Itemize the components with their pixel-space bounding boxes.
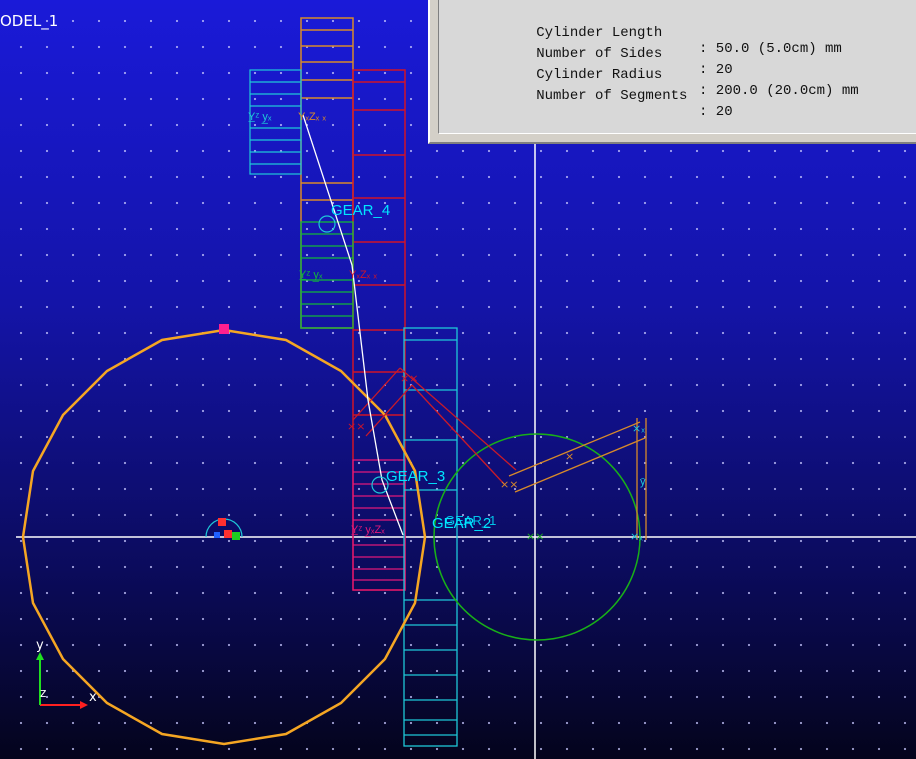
property-value: : 50.0 (5.0cm) mm [699,41,842,57]
axis-x-label: x [89,690,97,705]
svg-text:Y̲ᶻ y̲ₓZₓ: Y̲ᶻ y̲ₓZₓ [351,524,386,537]
svg-text:⨯ₓ: ⨯ₓ [632,423,645,435]
properties-panel: Cylinder Length : 50.0 (5.0cm) mm Number… [428,0,916,144]
axis-y-label: y [36,638,44,653]
properties-panel-body: Cylinder Length : 50.0 (5.0cm) mm Number… [438,0,916,134]
property-value: : 20 [699,104,733,120]
selection-handle[interactable] [219,324,229,334]
svg-text:Y̲ᶻ y̲ₓ: Y̲ᶻ y̲ₓ [248,111,272,124]
orange-rod[interactable] [508,418,647,540]
gear-label-3[interactable]: GEAR_3 [386,468,445,485]
gear-label-1[interactable]: GEAR_1 [445,513,496,528]
model-name-label: ODEL_1 [0,12,59,30]
property-row: Number of Segments : 20 [469,72,732,136]
svg-text:Y̲ᶻ y̲ₓ: Y̲ᶻ y̲ₓ [299,269,323,282]
svg-text:YₓZₓ ₓ: YₓZₓ ₓ [349,269,377,281]
gear-label-4[interactable]: GEAR_4 [331,202,390,219]
axis-triad [36,652,88,709]
svg-text:⨯⨯: ⨯⨯ [526,531,544,543]
axis-z-label: z [40,686,47,700]
svg-text:⨯⨯: ⨯⨯ [347,421,365,433]
svg-text:⨯⨯: ⨯⨯ [400,373,418,385]
svg-text:⨯: ⨯ [565,451,574,463]
svg-text:ₓ: ₓ [450,421,454,433]
svg-text:YₓZₓ ₓ: YₓZₓ ₓ [298,111,326,123]
property-value: : 20 [699,62,733,78]
property-value: : 200.0 (20.0cm) mm [699,83,859,99]
svg-text:ȳ: ȳ [640,476,646,488]
orange-link-body[interactable] [300,17,354,329]
svg-text:⨯ₓ: ⨯ₓ [630,531,643,543]
joint-markers: Y̲ᶻ y̲ₓ YₓZₓ ₓ Y̲ᶻ y̲ₓ YₓZₓ ₓ Y̲ᶻ y̲ₓZₓ … [248,111,646,543]
red-link-body[interactable] [352,69,406,591]
3d-viewport[interactable]: Y̲ᶻ y̲ₓ YₓZₓ ₓ Y̲ᶻ y̲ₓ YₓZₓ ₓ Y̲ᶻ y̲ₓZₓ … [0,0,916,759]
property-label: Number of Segments [536,88,688,104]
svg-text:⨯⨯: ⨯⨯ [500,479,518,491]
